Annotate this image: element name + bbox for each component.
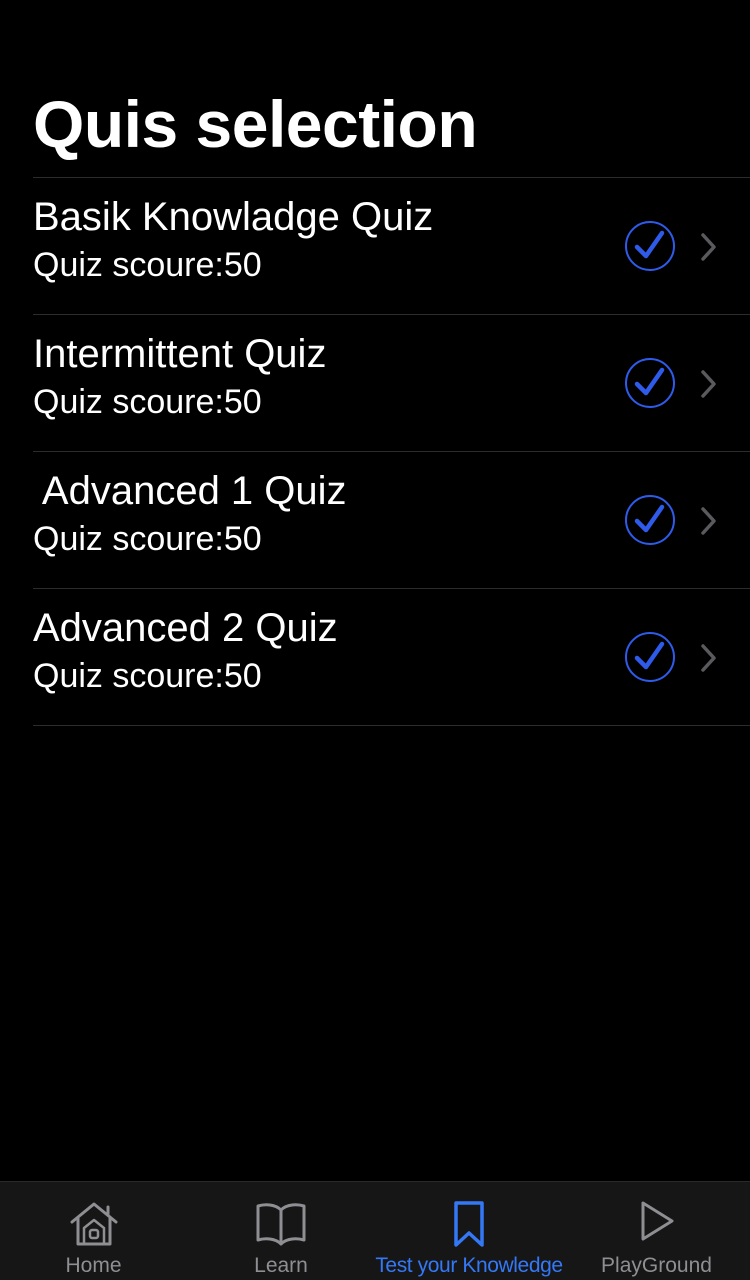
checkmark-circle-icon	[625, 495, 675, 545]
checkmark-circle-icon	[625, 632, 675, 682]
quiz-row-advanced-1[interactable]: Advanced 1 Quiz Quiz scoure:50	[0, 452, 750, 588]
tab-playground[interactable]: PlayGround	[563, 1182, 750, 1280]
play-icon	[641, 1201, 673, 1241]
quiz-score: Quiz scoure:50	[33, 657, 262, 695]
page-title: Quis selection	[33, 87, 478, 161]
divider	[33, 725, 750, 726]
quiz-title: Intermittent Quiz	[33, 332, 327, 376]
tab-label: PlayGround	[601, 1254, 712, 1277]
chevron-right-icon	[701, 370, 716, 398]
chevron-right-icon	[701, 644, 716, 672]
quiz-title: Advanced 1 Quiz	[33, 469, 347, 513]
tab-label: Test your Knowledge	[375, 1254, 563, 1277]
tab-learn[interactable]: Learn	[187, 1182, 375, 1280]
quiz-score: Quiz scoure:50	[33, 246, 262, 284]
quiz-row-basic[interactable]: Basik Knowladge Quiz Quiz scoure:50	[0, 178, 750, 314]
tab-label: Home	[65, 1254, 122, 1277]
checkmark-circle-icon	[625, 358, 675, 408]
house-icon	[70, 1202, 117, 1246]
tab-label: Learn	[254, 1254, 308, 1277]
quiz-row-intermittent[interactable]: Intermittent Quiz Quiz scoure:50	[0, 315, 750, 451]
book-icon	[256, 1203, 306, 1246]
quiz-selection-screen: Quis selection Basik Knowladge Quiz Quiz…	[0, 0, 750, 1280]
quiz-row-advanced-2[interactable]: Advanced 2 Quiz Quiz scoure:50	[0, 589, 750, 725]
quiz-list: Basik Knowladge Quiz Quiz scoure:50 Inte…	[0, 177, 750, 726]
checkmark-circle-icon	[625, 221, 675, 271]
quiz-title: Advanced 2 Quiz	[33, 606, 338, 650]
tab-home[interactable]: Home	[0, 1182, 187, 1280]
quiz-score: Quiz scoure:50	[33, 520, 262, 558]
bookmark-icon	[454, 1201, 484, 1247]
quiz-score: Quiz scoure:50	[33, 383, 262, 421]
chevron-right-icon	[701, 507, 716, 535]
chevron-right-icon	[701, 233, 716, 261]
tab-bar: Home Learn Test your Knowledge PlayGroun…	[0, 1181, 750, 1280]
quiz-title: Basik Knowladge Quiz	[33, 195, 434, 239]
tab-test-your-knowledge[interactable]: Test your Knowledge	[375, 1182, 563, 1280]
